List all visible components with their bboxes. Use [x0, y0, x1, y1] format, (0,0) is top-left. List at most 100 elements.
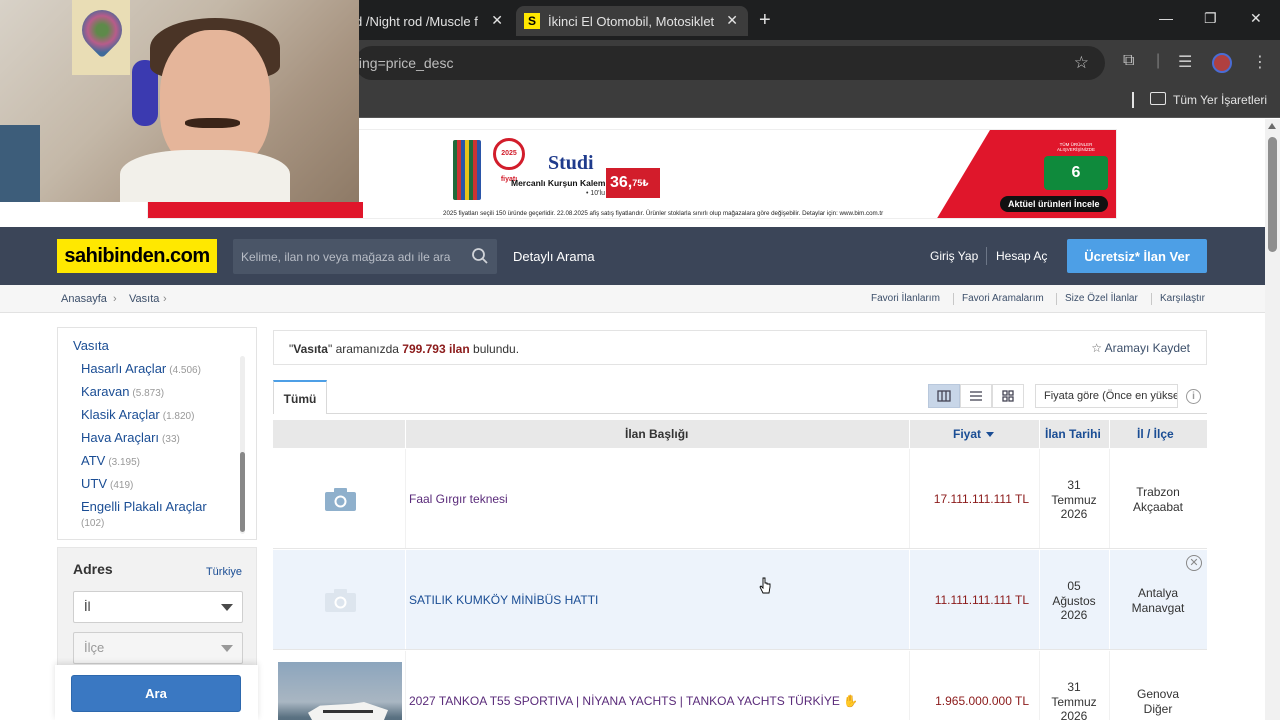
listing-thumbnail[interactable]	[278, 662, 402, 720]
info-icon[interactable]: i	[1186, 389, 1201, 404]
grid-view-button[interactable]	[992, 384, 1024, 408]
date-month: Temmuz	[1051, 492, 1097, 507]
district-select[interactable]: İlçe	[73, 632, 243, 664]
camera-icon	[325, 488, 356, 511]
date-year: 2026	[1060, 507, 1088, 521]
category-count: (33)	[162, 434, 180, 445]
grid-view-icon	[1002, 390, 1014, 402]
column-divider	[909, 420, 910, 448]
sort-select[interactable]: Fiyata göre (Önce en yüksek)	[1035, 384, 1178, 408]
tab-all[interactable]: Tümü	[273, 380, 327, 414]
category-item[interactable]: Klasik Araçlar (1.820)	[81, 407, 194, 422]
banner-price: 36,75₺	[606, 168, 660, 198]
site-logo[interactable]: sahibinden.com	[57, 239, 217, 273]
column-location-sort[interactable]: İl / İlçe	[1137, 427, 1174, 441]
search-submit-button[interactable]: Ara	[71, 675, 241, 712]
listing-row[interactable]: SATILIK KUMKÖY MİNİBÜS HATTI 11.111.111.…	[273, 550, 1207, 650]
province-select-value: İl	[84, 599, 91, 614]
price-cents: 75₺	[632, 178, 649, 188]
search-icon[interactable]	[471, 247, 489, 265]
listing-price: 11.111.111.111 TL	[934, 593, 1029, 607]
category-item[interactable]: Engelli Plakalı Araçlar (102)	[81, 499, 231, 529]
column-divider	[405, 420, 406, 448]
close-window-icon[interactable]: ✕	[1250, 10, 1262, 27]
all-bookmarks-link[interactable]: Tüm Yer İşaretleri	[1173, 93, 1267, 107]
date-day: 05	[1067, 579, 1081, 593]
scrollbar-thumb[interactable]	[1268, 137, 1277, 252]
listing-row[interactable]: Faal Gırgır teknesi 17.111.111.111 TL 31…	[273, 449, 1207, 549]
address-bar[interactable]: ting=price_desc ☆	[355, 46, 1105, 80]
category-scrollbar[interactable]	[240, 356, 245, 534]
cell-divider	[405, 550, 406, 649]
new-tab-icon[interactable]: +	[759, 9, 771, 32]
login-link[interactable]: Giriş Yap	[930, 249, 978, 263]
listing-location: Genova Diğer	[1109, 687, 1207, 716]
list-view-button[interactable]	[960, 384, 992, 408]
browser-tab-active[interactable]: S İkinci El Otomobil, Motosiklet M ✕	[516, 6, 748, 36]
category-label: Karavan	[81, 384, 130, 399]
banner-fine-print: 2025 fiyatları seçili 150 üründe geçerli…	[443, 210, 884, 217]
special-listings-link[interactable]: Size Özel İlanlar	[1065, 293, 1138, 304]
category-title[interactable]: Vasıta	[73, 338, 109, 353]
table-view-button[interactable]	[928, 384, 960, 408]
scrollbar-thumb[interactable]	[240, 452, 245, 532]
country-link[interactable]: Türkiye	[206, 566, 242, 578]
dropdown-caret-icon	[221, 604, 233, 611]
results-middle-text: " aramanızda	[327, 342, 399, 356]
compare-link[interactable]: Karşılaştır	[1160, 293, 1205, 304]
search-input[interactable]	[233, 239, 463, 274]
browser-tab[interactable]: d /Night rod /Muscle f ✕	[355, 6, 513, 36]
close-tab-icon[interactable]: ✕	[726, 12, 738, 29]
category-item[interactable]: UTV (419)	[81, 476, 133, 491]
profile-avatar-icon[interactable]	[1212, 53, 1232, 73]
results-suffix: bulundu.	[473, 342, 520, 356]
category-label: Hasarlı Araçlar	[81, 361, 167, 376]
pencils-image	[453, 140, 481, 200]
category-item[interactable]: Hasarlı Araçlar (4.506)	[81, 361, 201, 376]
listing-title[interactable]: 2027 TANKOA T55 SPORTIVA | NİYANA YACHTS…	[409, 694, 858, 708]
category-item[interactable]: Hava Araçları (33)	[81, 430, 180, 445]
post-ad-button[interactable]: Ücretsiz* İlan Ver	[1067, 239, 1207, 273]
bookmark-star-icon[interactable]: ☆	[1074, 46, 1089, 80]
extensions-icon[interactable]: ⧉	[1123, 52, 1134, 70]
minimize-icon[interactable]: —	[1159, 10, 1173, 26]
listing-title[interactable]: SATILIK KUMKÖY MİNİBÜS HATTI	[409, 593, 598, 607]
advanced-search-link[interactable]: Detaylı Arama	[513, 249, 595, 264]
listing-title[interactable]: Faal Gırgır teknesi	[409, 492, 508, 506]
column-date-sort[interactable]: İlan Tarihi	[1045, 427, 1101, 441]
results-tabs: Tümü Fiyata göre (Önce en yüksek) i	[273, 378, 1207, 414]
date-year: 2026	[1060, 608, 1088, 622]
installment-badge: 6 TAKSİT	[1044, 156, 1108, 215]
scroll-up-icon[interactable]	[1268, 123, 1276, 129]
listing-row[interactable]: 2027 TANKOA T55 SPORTIVA | NİYANA YACHTS…	[273, 651, 1207, 720]
column-divider	[1109, 420, 1110, 448]
top-links-divider	[1056, 293, 1057, 305]
date-month: Ağustos	[1052, 593, 1096, 608]
column-price-sort[interactable]: Fiyat	[953, 427, 995, 441]
save-search-link[interactable]: ☆ Aramayı Kaydet	[1091, 341, 1190, 355]
webcam-overlay	[0, 0, 359, 202]
close-tab-icon[interactable]: ✕	[491, 12, 503, 29]
breadcrumb-home[interactable]: Anasayfa	[61, 293, 107, 305]
sort-desc-icon	[986, 432, 995, 438]
banner-cta-button[interactable]: Aktüel ürünleri İncele	[1000, 196, 1108, 212]
category-count: (3.195)	[108, 457, 141, 468]
province-select[interactable]: İl	[73, 591, 243, 623]
browser-menu-icon[interactable]: ⋮	[1252, 52, 1268, 72]
favorite-searches-link[interactable]: Favori Aramalarım	[962, 293, 1044, 304]
listing-date: 31 Temmuz 2026	[1040, 680, 1108, 720]
category-item[interactable]: Karavan (5.873)	[81, 384, 164, 399]
register-link[interactable]: Hesap Aç	[996, 249, 1047, 263]
date-year: 2026	[1060, 709, 1088, 720]
breadcrumb-chevron-icon: ›	[113, 293, 117, 305]
category-item[interactable]: ATV (3.195)	[81, 453, 140, 468]
breadcrumb-vasita[interactable]: Vasıta	[129, 293, 159, 305]
favorite-listings-link[interactable]: Favori İlanlarım	[871, 293, 940, 304]
results-count: 799.793 ilan	[402, 342, 470, 356]
url-text: ting=price_desc	[355, 55, 454, 71]
page-scrollbar[interactable]	[1265, 119, 1280, 720]
media-control-icon[interactable]: ☰	[1178, 52, 1192, 72]
restore-icon[interactable]: ❐	[1204, 10, 1217, 27]
hide-listing-icon[interactable]: ✕	[1186, 555, 1202, 571]
tab-title: İkinci El Otomobil, Motosiklet M	[548, 13, 716, 29]
